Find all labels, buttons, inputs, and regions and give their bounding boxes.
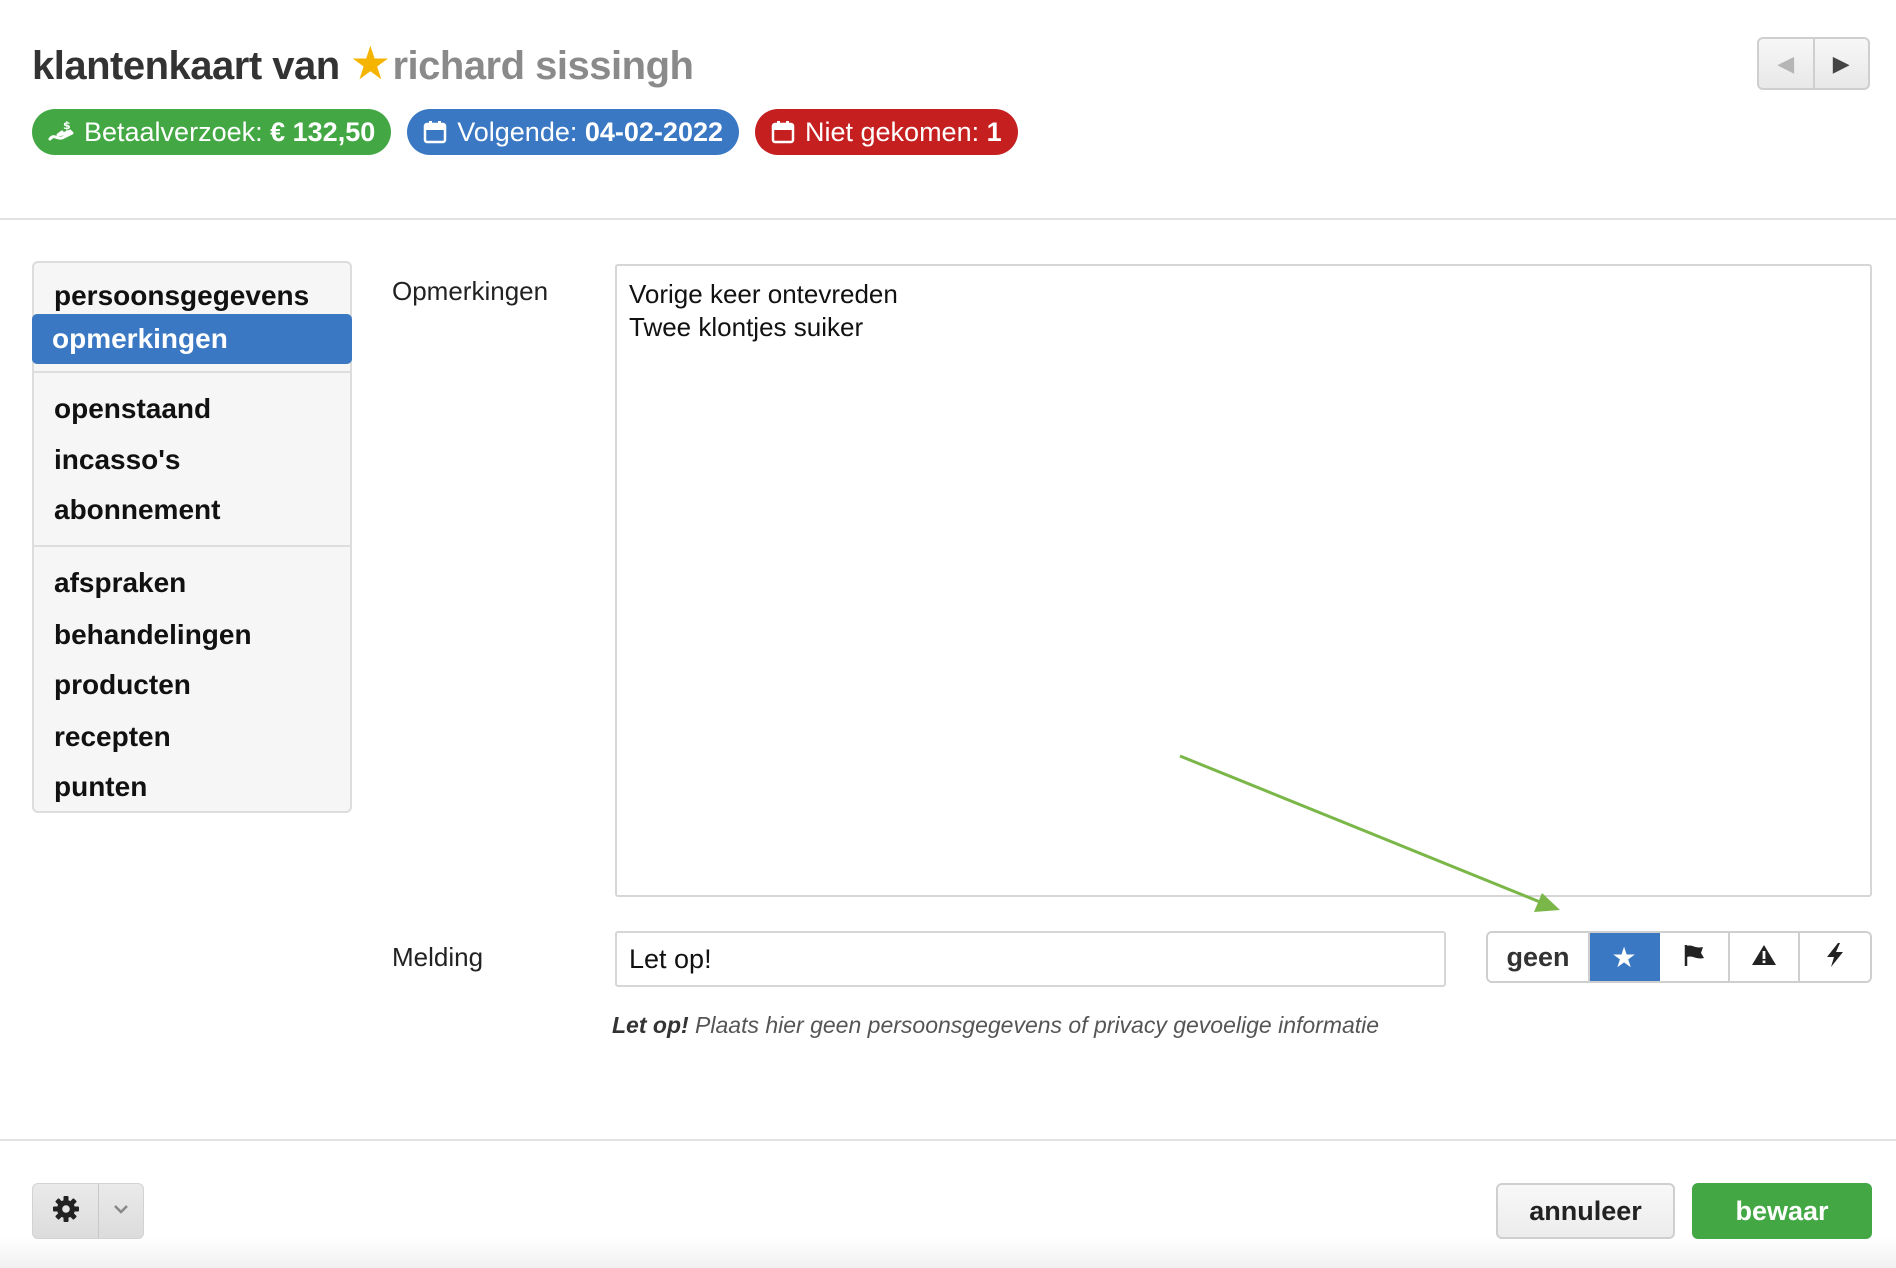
cancel-button[interactable]: annuleer [1496, 1183, 1675, 1239]
sidebar-item-incassos[interactable]: incasso's [34, 435, 350, 485]
noshow-value: 1 [986, 116, 1002, 147]
calendar-icon [423, 120, 447, 144]
sidebar: persoonsgegevens opmerkingen openstaand … [32, 261, 352, 813]
customer-name: richard sissingh [392, 44, 694, 88]
dialog-header: klantenkaart van ★richard sissingh ◀ ▶ $ … [0, 0, 1896, 220]
settings-dropdown-button[interactable] [99, 1184, 143, 1238]
sidebar-item-afspraken[interactable]: afspraken [34, 558, 350, 608]
hint-bold: Let op! [612, 1012, 689, 1038]
notice-type-warning-button[interactable] [1730, 933, 1800, 981]
notice-label: Melding [392, 942, 484, 972]
page-title: klantenkaart van ★richard sissingh [32, 36, 694, 90]
notice-type-selector: geen ★ [1486, 931, 1872, 983]
sidebar-item-recepten[interactable]: recepten [34, 712, 350, 762]
title-prefix: klantenkaart van [32, 44, 340, 88]
status-badges: $ Betaalverzoek: € 132,50 Volgende: 04-0… [32, 109, 1018, 155]
save-button[interactable]: bewaar [1692, 1183, 1872, 1239]
settings-menu [32, 1183, 144, 1239]
flag-icon [1681, 942, 1707, 973]
chevron-left-icon: ◀ [1777, 50, 1795, 76]
previous-button[interactable]: ◀ [1759, 39, 1815, 88]
notice-type-none-button[interactable]: geen [1488, 933, 1590, 981]
next-button[interactable]: ▶ [1815, 39, 1869, 88]
next-appointment-badge[interactable]: Volgende: 04-02-2022 [407, 109, 739, 155]
no-show-badge[interactable]: Niet gekomen: 1 [755, 109, 1018, 155]
sidebar-divider [34, 545, 350, 547]
notice-type-lightning-button[interactable] [1800, 933, 1870, 981]
hint-text: Plaats hier geen persoonsgegevens of pri… [695, 1012, 1380, 1038]
lightning-icon [1823, 942, 1847, 973]
remarks-line: Twee klontjes suiker [629, 312, 864, 342]
remarks-line: Vorige keer ontevreden [629, 279, 898, 309]
notice-type-star-button[interactable]: ★ [1590, 933, 1660, 981]
sidebar-item-punten[interactable]: punten [34, 762, 350, 812]
sidebar-divider [34, 371, 350, 373]
payment-value: € 132,50 [270, 116, 376, 147]
sidebar-item-openstaand[interactable]: openstaand [34, 384, 350, 434]
notice-type-flag-button[interactable] [1660, 933, 1730, 981]
chevron-down-icon [113, 1202, 129, 1220]
privacy-hint: Let op! Plaats hier geen persoonsgegeven… [612, 1012, 1379, 1039]
star-icon: ★ [1611, 941, 1637, 973]
dialog-footer: annuleer bewaar [0, 1139, 1896, 1268]
noshow-label: Niet gekomen: [805, 116, 980, 147]
svg-text:$: $ [63, 119, 71, 132]
sidebar-item-opmerkingen[interactable]: opmerkingen [32, 314, 352, 364]
payment-label: Betaalverzoek: [84, 116, 263, 147]
remarks-textarea[interactable]: Vorige keer ontevreden Twee klontjes sui… [615, 264, 1872, 897]
chevron-right-icon: ▶ [1832, 50, 1850, 76]
payment-request-badge[interactable]: $ Betaalverzoek: € 132,50 [32, 109, 392, 155]
sidebar-item-abonnement[interactable]: abonnement [34, 485, 350, 535]
calendar-icon [771, 120, 795, 144]
remarks-label: Opmerkingen [392, 276, 549, 306]
next-label: Volgende: [457, 116, 578, 147]
sidebar-item-behandelingen[interactable]: behandelingen [34, 610, 350, 660]
warning-icon [1751, 943, 1777, 972]
gear-icon [51, 1194, 81, 1229]
money-hand-icon: $ [48, 119, 74, 145]
sidebar-item-producten[interactable]: producten [34, 660, 350, 710]
record-navigation: ◀ ▶ [1757, 37, 1870, 90]
star-icon: ★ [349, 37, 391, 89]
next-value: 04-02-2022 [584, 116, 723, 147]
notice-input[interactable]: Let op! [615, 931, 1446, 987]
settings-button[interactable] [33, 1184, 99, 1238]
